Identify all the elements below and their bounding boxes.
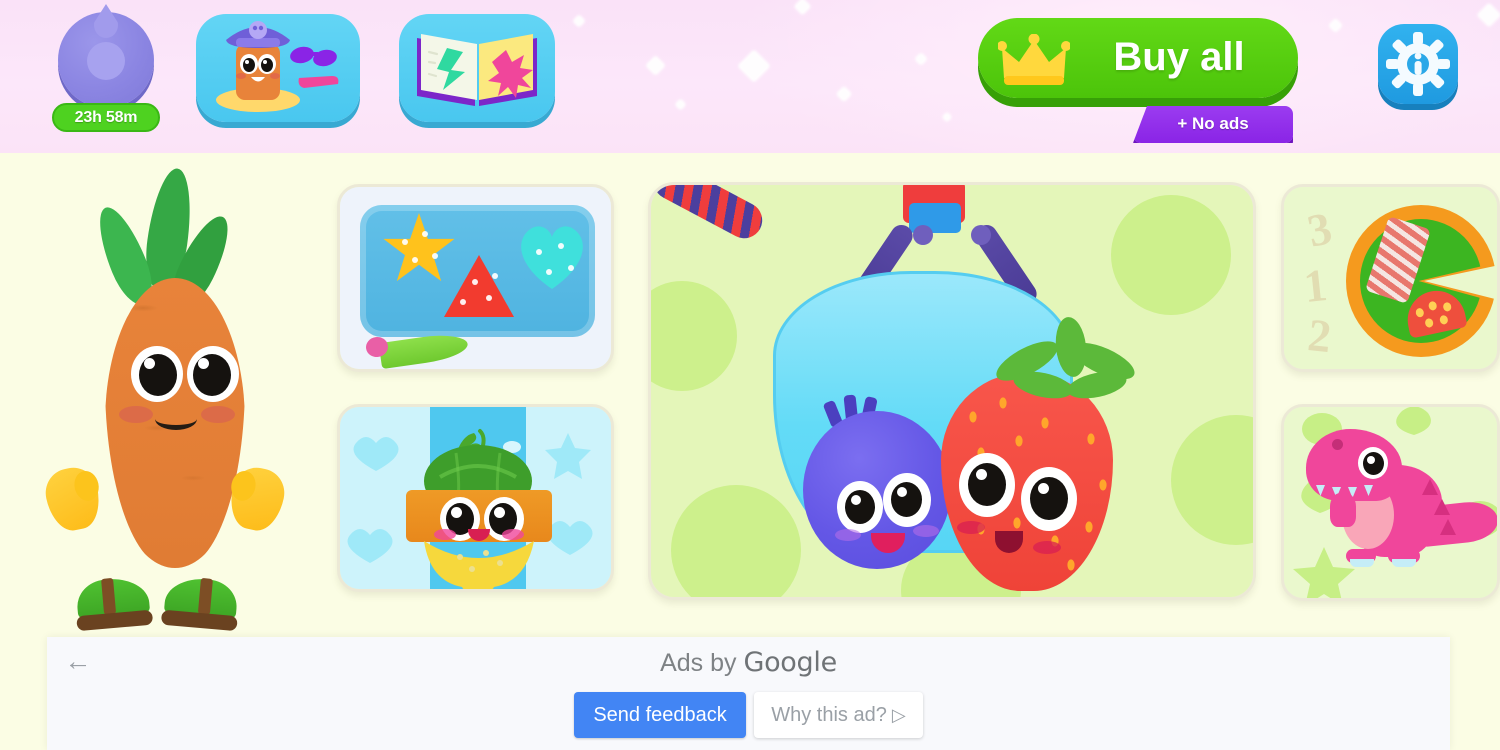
carrot-cheek (119, 406, 153, 423)
crown-icon (998, 34, 1070, 85)
carrot-shoe-left (73, 571, 154, 632)
daily-reward-timer-button[interactable]: 23h 58m (52, 4, 160, 136)
sparkle-icon (793, 0, 812, 16)
claw-machine-game-card[interactable] (648, 182, 1256, 600)
strawberry-eye-left (959, 453, 1015, 517)
eye-glint (976, 469, 987, 480)
eye-glint (144, 358, 155, 369)
strawberry-cheek (957, 521, 985, 534)
pizza-counting-game-card[interactable]: 3 1 2 (1281, 184, 1500, 372)
carrot-hand-left (41, 463, 105, 535)
eye-glint (198, 358, 209, 369)
dinosaur-game-card[interactable] (1281, 404, 1500, 601)
gear-icon (1386, 32, 1450, 96)
strawberry-leaves (965, 317, 1135, 571)
timer-badge: 23h 58m (52, 103, 160, 132)
sparkle-icon (835, 85, 853, 103)
buy-all-button[interactable]: Buy all + No ads (978, 18, 1298, 143)
sparkle-icon (1327, 17, 1344, 34)
send-feedback-button[interactable]: Send feedback (574, 692, 746, 738)
google-wordmark: Google (743, 647, 837, 678)
dressup-button[interactable] (196, 14, 360, 122)
carrot-cheek (201, 406, 235, 423)
no-ads-ribbon: + No ads (1133, 106, 1293, 143)
sparkle-icon (674, 98, 687, 111)
eye-glint (1038, 483, 1049, 494)
pupil (968, 463, 1006, 506)
fruit-mixer-game-card[interactable] (337, 404, 614, 592)
strawberry-eye-right (1021, 467, 1077, 531)
carrot-character (35, 165, 315, 638)
ads-by-prefix: Ads by (660, 649, 744, 677)
mitten-thumb (71, 468, 102, 504)
pear-segment (424, 541, 534, 589)
dino-eye (1358, 447, 1388, 479)
carrot-eye-right (187, 346, 239, 402)
why-this-ad-button[interactable]: Why this ad? ▷ (754, 692, 923, 738)
pupil (1363, 452, 1384, 475)
dino-nostril (1332, 439, 1343, 450)
top-bar: 23h 58m Buy all + No ads (0, 0, 1500, 153)
why-this-ad-label: Why this ad? (771, 704, 887, 726)
carrot-shoe-right (160, 571, 241, 632)
sparkle-icon (941, 111, 953, 123)
settings-button[interactable] (1378, 24, 1458, 104)
dino-claw (1350, 559, 1374, 567)
dino-claw (1392, 559, 1416, 567)
open-storybook-icon (417, 34, 537, 106)
pirate-character-dressup-icon (216, 21, 339, 112)
sparkle-icon (1476, 2, 1500, 28)
carrot-mouth (155, 408, 197, 430)
sparkle-icon (737, 49, 771, 83)
google-ad-overlay: ← Ads by Google Send feedback Why this a… (47, 637, 1450, 750)
storybook-button[interactable] (399, 14, 555, 122)
strawberry-cheek (1033, 541, 1061, 554)
ad-buttons-row: Send feedback Why this ad? ▷ (47, 692, 1450, 738)
reward-drop-icon (94, 4, 118, 38)
ads-by-google-label: Ads by Google (47, 646, 1450, 680)
cookie-decorating-game-card[interactable] (337, 184, 614, 372)
play-triangle-icon: ▷ (891, 705, 906, 725)
sparkle-icon (913, 51, 929, 67)
sparkle-icon (571, 13, 587, 29)
dino-arm (1330, 493, 1356, 527)
sparkle-icon (644, 54, 667, 77)
carrot-eye-left (131, 346, 183, 402)
no-ads-label: + No ads (1177, 114, 1249, 133)
eye-glint (1367, 456, 1375, 464)
pupil (1030, 477, 1068, 520)
buy-all-label: Buy all (1113, 35, 1245, 79)
